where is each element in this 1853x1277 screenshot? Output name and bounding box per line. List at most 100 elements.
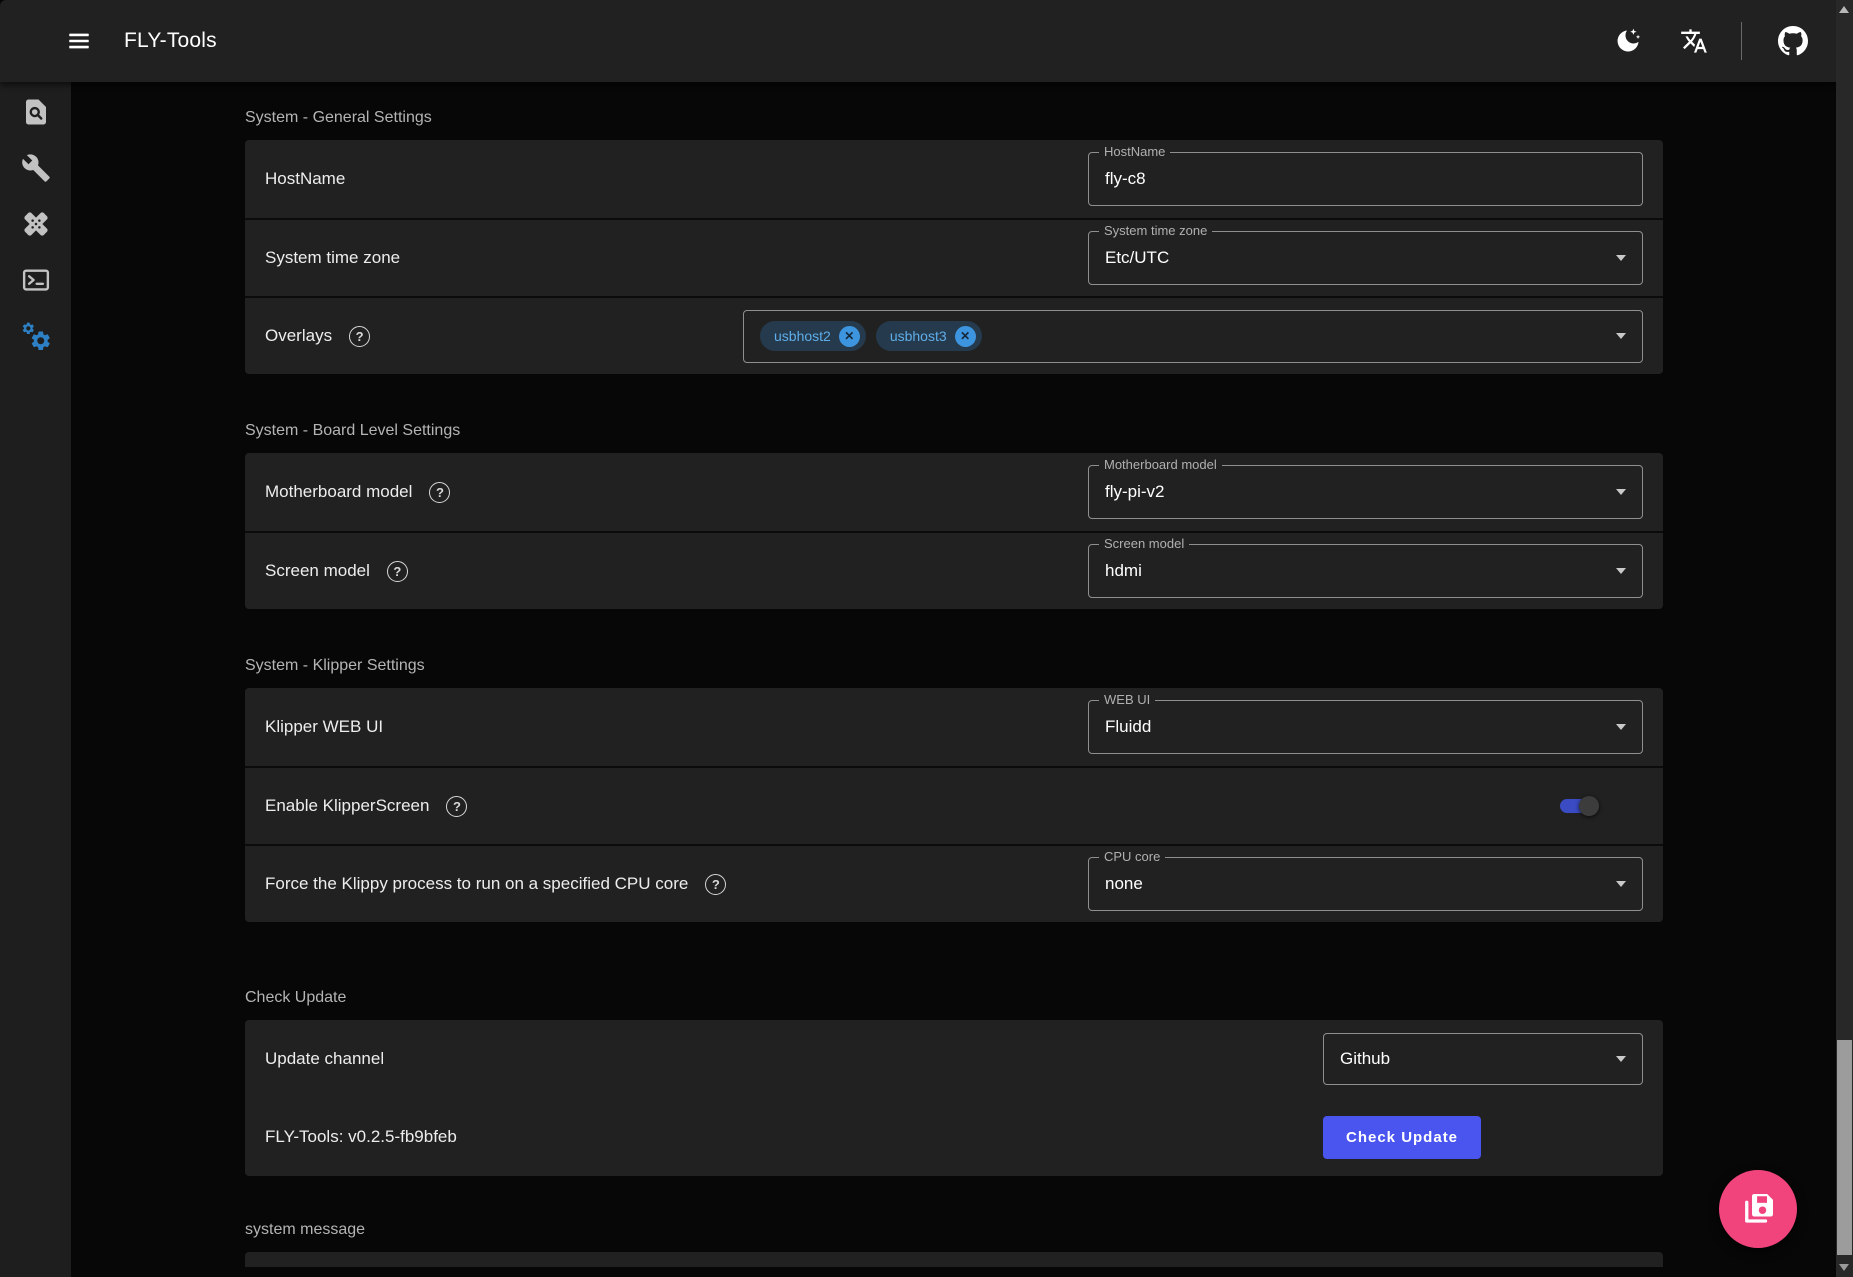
section-title-system-message: system message: [245, 1220, 1663, 1239]
section-title-klipper: System - Klipper Settings: [245, 656, 1663, 675]
web-ui-field-label: WEB UI: [1099, 693, 1155, 707]
screen-model-select[interactable]: Screen model hdmi: [1088, 544, 1643, 598]
screen-model-value: hdmi: [1105, 561, 1626, 581]
row-web-ui: Klipper WEB UI WEB UI Fluidd: [245, 688, 1663, 766]
timezone-label: System time zone: [265, 248, 400, 268]
overlay-chip-usbhost2[interactable]: usbhost2 ✕: [760, 321, 866, 351]
motherboard-help-icon[interactable]: ?: [429, 482, 450, 503]
motherboard-field-label: Motherboard model: [1099, 458, 1222, 472]
toggle-thumb: [1579, 796, 1599, 816]
scrollbar-thumb[interactable]: [1837, 1040, 1852, 1255]
save-all-icon: [1740, 1191, 1776, 1227]
translate-icon: [1680, 27, 1708, 55]
timezone-value: Etc/UTC: [1105, 248, 1626, 268]
klipperscreen-label: Enable KlipperScreen: [265, 796, 429, 816]
appbar-divider: [1741, 22, 1742, 60]
section-title-board: System - Board Level Settings: [245, 421, 1663, 440]
translate-button[interactable]: [1679, 26, 1709, 56]
overlays-select[interactable]: usbhost2 ✕ usbhost3 ✕: [743, 310, 1643, 363]
hamburger-icon: [66, 28, 92, 54]
hostname-label: HostName: [265, 169, 345, 189]
cpu-core-label: Force the Klippy process to run on a spe…: [265, 874, 688, 894]
update-channel-select[interactable]: Github: [1323, 1033, 1643, 1085]
web-ui-select[interactable]: WEB UI Fluidd: [1088, 700, 1643, 754]
overlays-label: Overlays: [265, 326, 332, 346]
sidebar-item-settings-active[interactable]: [19, 319, 53, 353]
row-update-channel: Update channel Github: [245, 1020, 1663, 1098]
scroll-up-arrow-icon[interactable]: [1839, 6, 1849, 13]
screen-model-help-icon[interactable]: ?: [387, 561, 408, 582]
wrench-icon: [21, 153, 51, 183]
motherboard-label: Motherboard model: [265, 482, 412, 502]
terminal-icon: [21, 265, 51, 295]
screen-model-label: Screen model: [265, 561, 370, 581]
github-link-button[interactable]: [1778, 26, 1808, 56]
row-klipperscreen: Enable KlipperScreen ?: [245, 766, 1663, 844]
fly-tools-page: FLY-Tools: [0, 0, 1853, 1277]
row-overlays: Overlays ? usbhost2 ✕ usbhost3 ✕: [245, 296, 1663, 374]
row-screen-model: Screen model ? Screen model hdmi: [245, 531, 1663, 609]
card-board-settings: Motherboard model ? Motherboard model fl…: [245, 453, 1663, 609]
sidebar-item-file-check[interactable]: [19, 95, 53, 129]
vertical-scrollbar: [1836, 0, 1853, 1277]
settings-content: System - General Settings HostName HostN…: [71, 82, 1836, 1277]
cpu-core-field-label: CPU core: [1099, 850, 1165, 864]
timezone-field-label: System time zone: [1099, 224, 1212, 238]
version-text: FLY-Tools: v0.2.5-fb9bfeb: [265, 1127, 457, 1147]
hostname-input[interactable]: [1105, 169, 1626, 189]
update-channel-label: Update channel: [265, 1049, 384, 1069]
file-search-icon: [21, 97, 51, 127]
web-ui-value: Fluidd: [1105, 717, 1626, 737]
hostname-field-label: HostName: [1099, 145, 1170, 159]
chevron-down-icon: [1616, 489, 1626, 495]
timezone-select[interactable]: System time zone Etc/UTC: [1088, 231, 1643, 285]
chip-label: usbhost3: [890, 328, 947, 344]
card-check-update: Update channel Github FLY-Tools: v0.2.5-…: [245, 1020, 1663, 1176]
app-bar: FLY-Tools: [0, 0, 1836, 82]
cpu-core-select[interactable]: CPU core none: [1088, 857, 1643, 911]
github-icon: [1778, 26, 1808, 56]
dark-mode-toggle-button[interactable]: [1613, 26, 1643, 56]
check-update-button[interactable]: Check Update: [1323, 1116, 1481, 1159]
chip-close-icon[interactable]: ✕: [839, 326, 860, 347]
row-timezone: System time zone System time zone Etc/UT…: [245, 218, 1663, 296]
update-channel-column: Github: [1323, 1033, 1643, 1085]
row-hostname: HostName HostName: [245, 140, 1663, 218]
web-ui-label: Klipper WEB UI: [265, 717, 383, 737]
update-channel-value: Github: [1340, 1049, 1626, 1069]
moon-stars-icon: [1614, 27, 1642, 55]
motherboard-select[interactable]: Motherboard model fly-pi-v2: [1088, 465, 1643, 519]
overlay-chip-usbhost3[interactable]: usbhost3 ✕: [876, 321, 982, 351]
section-title-general: System - General Settings: [245, 108, 1663, 127]
row-cpu-core: Force the Klippy process to run on a spe…: [245, 844, 1663, 922]
chevron-down-icon: [1616, 881, 1626, 887]
chevron-down-icon: [1616, 255, 1626, 261]
overlays-help-icon[interactable]: ?: [349, 326, 370, 347]
chip-label: usbhost2: [774, 328, 831, 344]
chip-close-icon[interactable]: ✕: [955, 326, 976, 347]
row-version: FLY-Tools: v0.2.5-fb9bfeb Check Update: [245, 1098, 1663, 1176]
hostname-field[interactable]: HostName: [1088, 152, 1643, 206]
klipperscreen-help-icon[interactable]: ?: [446, 796, 467, 817]
chevron-down-icon: [1616, 1056, 1626, 1062]
sidebar-item-terminal[interactable]: [19, 263, 53, 297]
save-all-fab[interactable]: [1719, 1170, 1797, 1248]
sidebar: [0, 82, 71, 1277]
overlay-chips: usbhost2 ✕ usbhost3 ✕: [760, 321, 992, 351]
klipperscreen-toggle[interactable]: [1560, 799, 1597, 813]
cpu-core-help-icon[interactable]: ?: [705, 874, 726, 895]
card-general-settings: HostName HostName System time zone Syste…: [245, 140, 1663, 374]
chevron-down-icon: [1616, 333, 1626, 339]
app-title: FLY-Tools: [124, 29, 217, 53]
hamburger-menu-button[interactable]: [64, 26, 94, 56]
sidebar-item-patch[interactable]: [19, 207, 53, 241]
check-update-column: Check Update: [1323, 1116, 1643, 1159]
motherboard-value: fly-pi-v2: [1105, 482, 1626, 502]
card-klipper-settings: Klipper WEB UI WEB UI Fluidd Enable Klip…: [245, 688, 1663, 922]
sidebar-item-tools[interactable]: [19, 151, 53, 185]
screen-model-field-label: Screen model: [1099, 537, 1189, 551]
row-motherboard: Motherboard model ? Motherboard model fl…: [245, 453, 1663, 531]
chevron-down-icon: [1616, 568, 1626, 574]
cpu-core-value: none: [1105, 874, 1626, 894]
scroll-down-arrow-icon[interactable]: [1839, 1264, 1849, 1271]
